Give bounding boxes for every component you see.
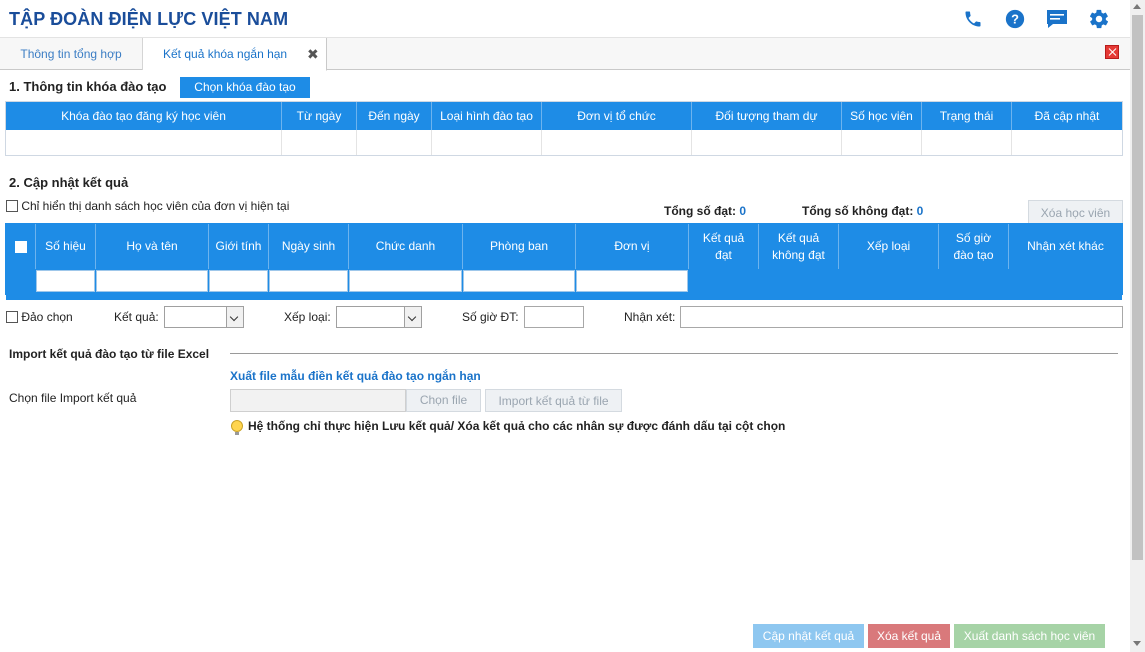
filter-title-input[interactable] xyxy=(349,270,462,292)
header-actions: ? xyxy=(952,6,1120,32)
chevron-down-icon[interactable] xyxy=(226,307,243,327)
student-table-filters xyxy=(6,269,1122,294)
column-header[interactable]: Đối tượng tham dự xyxy=(692,102,842,130)
tab-label: Thông tin tổng hợp xyxy=(20,47,122,61)
section-update-results-title: 2. Cập nhật kết quả xyxy=(9,175,129,190)
failed-label: Tổng số không đạt: xyxy=(802,204,914,218)
rank-select[interactable] xyxy=(336,306,422,328)
filter-name-input[interactable] xyxy=(96,270,208,292)
column-header[interactable]: Phòng ban xyxy=(463,224,576,269)
invert-selection-option[interactable]: Đảo chọn xyxy=(6,310,73,324)
column-header[interactable]: Trạng thái xyxy=(922,102,1012,130)
only-current-unit-option[interactable]: Chỉ hiển thị danh sách học viên của đơn … xyxy=(6,199,289,213)
passed-value: 0 xyxy=(739,204,747,218)
student-table: Số hiệu Họ và tên Giới tính Ngày sinh Ch… xyxy=(5,223,1123,300)
scroll-up-icon[interactable] xyxy=(1133,4,1141,9)
close-icon[interactable] xyxy=(1105,45,1119,59)
column-header[interactable]: Đơn vị xyxy=(576,224,689,269)
training-hours-input[interactable] xyxy=(524,306,584,328)
divider xyxy=(230,353,1118,354)
column-header[interactable]: Họ và tên xyxy=(96,224,209,269)
tab-short-course-results[interactable]: Kết quả khóa ngắn hạn ✖ xyxy=(143,38,327,71)
scrollbar[interactable] xyxy=(1130,0,1145,652)
choose-file-label: Chọn file Import kết quả xyxy=(9,391,137,405)
failed-value: 0 xyxy=(916,204,924,218)
comment-input[interactable] xyxy=(680,306,1123,328)
student-table-footer xyxy=(6,294,1122,300)
column-header[interactable]: Số giờ đào tạo xyxy=(939,224,1009,269)
passed-count: Tổng số đạt: 0 xyxy=(664,204,746,218)
only-current-unit-checkbox[interactable] xyxy=(6,200,18,212)
select-all-checkbox-cell[interactable] xyxy=(6,224,36,269)
comment-label: Nhận xét: xyxy=(624,310,676,324)
gear-icon[interactable] xyxy=(1078,6,1120,32)
import-from-file-button[interactable]: Import kết quả từ file xyxy=(485,389,622,412)
column-header[interactable]: Chức danh xyxy=(349,224,463,269)
phone-icon[interactable] xyxy=(952,6,994,32)
filter-department-input[interactable] xyxy=(463,270,575,292)
result-select[interactable] xyxy=(164,306,244,328)
column-header[interactable]: Đơn vị tổ chức xyxy=(542,102,692,130)
section-course-info-title: 1. Thông tin khóa đào tạo xyxy=(9,79,167,94)
lightbulb-icon xyxy=(231,420,243,435)
import-section-title: Import kết quả đào tạo từ file Excel xyxy=(9,347,210,361)
column-header[interactable]: Kết quả đạt xyxy=(689,224,759,269)
filter-employee-id-input[interactable] xyxy=(36,270,95,292)
column-header[interactable]: Đến ngày xyxy=(357,102,432,130)
column-header[interactable]: Số hiệu xyxy=(36,224,96,269)
invert-selection-checkbox[interactable] xyxy=(6,311,18,323)
table-row[interactable] xyxy=(6,130,1122,155)
column-header[interactable]: Loại hình đào tạo xyxy=(432,102,542,130)
header-bar: TẬP ĐOÀN ĐIỆN LỰC VIỆT NAM ? xyxy=(0,0,1130,38)
choose-file-button[interactable]: Chọn file xyxy=(406,389,481,412)
tab-label: Kết quả khóa ngắn hạn xyxy=(163,47,288,61)
column-header[interactable]: Đã cập nhật xyxy=(1012,102,1122,130)
result-label: Kết quả: xyxy=(114,310,159,324)
student-table-header: Số hiệu Họ và tên Giới tính Ngày sinh Ch… xyxy=(6,224,1122,269)
scrollbar-thumb[interactable] xyxy=(1132,15,1143,560)
column-header[interactable]: Giới tính xyxy=(209,224,269,269)
failed-count: Tổng số không đạt: 0 xyxy=(802,204,923,218)
export-students-button[interactable]: Xuất danh sách học viên xyxy=(954,624,1105,648)
app-title: TẬP ĐOÀN ĐIỆN LỰC VIỆT NAM xyxy=(9,9,289,29)
only-current-unit-label: Chỉ hiển thị danh sách học viên của đơn … xyxy=(21,199,290,213)
training-hours-label: Số giờ ĐT: xyxy=(462,310,519,324)
column-header[interactable]: Kết quả không đạt xyxy=(759,224,839,269)
column-header[interactable]: Số học viên xyxy=(842,102,922,130)
course-table-header: Khóa đào tạo đăng ký học viên Từ ngày Đế… xyxy=(6,102,1122,130)
chevron-down-icon[interactable] xyxy=(404,307,421,327)
filter-unit-input[interactable] xyxy=(576,270,688,292)
svg-text:?: ? xyxy=(1011,12,1019,27)
column-header[interactable]: Khóa đào tạo đăng ký học viên xyxy=(6,102,282,130)
file-path-input[interactable] xyxy=(230,389,406,412)
passed-label: Tổng số đạt: xyxy=(664,204,736,218)
help-icon[interactable]: ? xyxy=(994,6,1036,32)
select-all-checkbox[interactable] xyxy=(14,240,27,253)
download-template-link[interactable]: Xuất file mẫu điền kết quả đào tạo ngắn … xyxy=(230,369,481,383)
filter-gender-input[interactable] xyxy=(209,270,268,292)
column-header[interactable]: Ngày sinh xyxy=(269,224,349,269)
course-table: Khóa đào tạo đăng ký học viên Từ ngày Đế… xyxy=(5,101,1123,156)
tab-bar: Thông tin tổng hợp Kết quả khóa ngắn hạn… xyxy=(0,38,1130,71)
column-header[interactable]: Từ ngày xyxy=(282,102,357,130)
choose-course-button[interactable]: Chọn khóa đào tạo xyxy=(180,77,310,98)
chat-icon[interactable] xyxy=(1036,6,1078,32)
close-icon[interactable]: ✖ xyxy=(307,38,319,70)
delete-results-button[interactable]: Xóa kết quả xyxy=(868,624,950,648)
import-note: Hệ thống chỉ thực hiện Lưu kết quả/ Xóa … xyxy=(248,419,786,433)
column-header[interactable]: Nhận xét khác xyxy=(1009,224,1122,269)
column-header[interactable]: Xếp loại xyxy=(839,224,939,269)
rank-label: Xếp loại: xyxy=(284,310,331,324)
scroll-down-icon[interactable] xyxy=(1133,641,1141,646)
tab-summary[interactable]: Thông tin tổng hợp xyxy=(0,38,143,70)
save-results-button[interactable]: Cập nhật kết quả xyxy=(753,624,864,648)
delete-student-button[interactable]: Xóa học viên xyxy=(1028,200,1123,224)
filter-birthdate-input[interactable] xyxy=(269,270,348,292)
invert-selection-label: Đảo chọn xyxy=(21,310,73,324)
